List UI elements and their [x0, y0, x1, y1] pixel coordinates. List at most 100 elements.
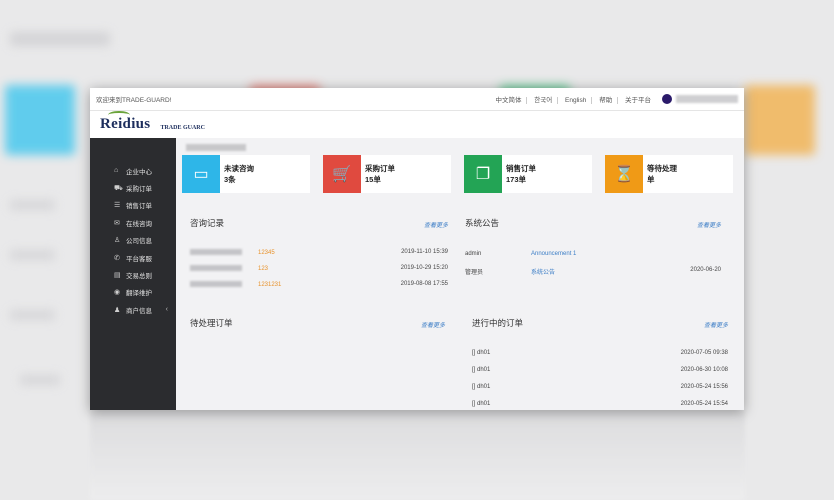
summary-card-text: 采购订单 15单 — [361, 163, 395, 185]
ongoing-order-row[interactable]: [] dh01 2020-06-30 10:08 — [472, 367, 728, 373]
sidebar: ⌂ 企业中心 ⛟ 采购订单 ☰ 销售订单 ✉ 在线咨询 ♙ 公司信息 ✆ 平台客服 ▤ 交易总则 ◉ 翻译维护… — [90, 138, 176, 410]
sidebar-item-label: 销售订单 — [126, 203, 152, 211]
summary-card-count: 15单 — [365, 175, 381, 184]
sidebar-item-label: 采购订单 — [126, 186, 152, 194]
pending-panel: 待处理订单 查看更多 — [190, 317, 445, 357]
app-window: 欢迎来到TRADE-GUARD! 中文简体 한국어 English 帮助 关于平… — [90, 88, 744, 410]
consult-time: 2019-11-10 15:39 — [401, 249, 448, 255]
summary-card-text: 销售订单 173单 — [502, 163, 536, 185]
summary-card-1[interactable]: 🛒 采购订单 15单 — [323, 155, 451, 193]
avatar[interactable] — [662, 94, 672, 104]
sidebar-item-3[interactable]: ✉ 在线咨询 — [90, 214, 176, 231]
sidebar-item-2[interactable]: ☰ 销售订单 — [90, 197, 176, 214]
sidebar-item-1[interactable]: ⛟ 采购订单 — [90, 179, 176, 196]
about-link[interactable]: 关于平台 — [620, 97, 656, 104]
sidebar-item-label: 交易总则 — [126, 273, 152, 281]
cart-icon: ⛟ — [114, 184, 123, 192]
welcome-text: 欢迎来到TRADE-GUARD! — [96, 97, 172, 104]
order-time: 2020-07-05 09:38 — [680, 350, 728, 356]
notice-author: 管理员 — [465, 270, 484, 276]
sidebar-item-label: 翻译维护 — [126, 290, 152, 298]
brand-row: Reidius TRADE GUARC — [90, 111, 744, 139]
hourglass-icon: ⌛ — [605, 155, 643, 193]
sidebar-item-4[interactable]: ♙ 公司信息 — [90, 232, 176, 249]
consult-time: 2019-10-29 15:20 — [400, 265, 448, 271]
sidebar-item-label: 平台客服 — [126, 255, 152, 263]
sidebar-item-6[interactable]: ▤ 交易总则 — [90, 266, 176, 283]
order-time: 2020-05-24 15:56 — [680, 384, 728, 390]
summary-card-count: 173单 — [506, 175, 527, 184]
summary-card-title: 采购订单 — [365, 164, 395, 173]
summary-card-title: 未读咨询 — [224, 164, 254, 173]
summary-cards: ▭ 未读咨询 3条 🛒 采购订单 15单 ❐ 销售订单 173单 ⌛ 等待处理单 — [182, 155, 733, 193]
order-time: 2020-05-24 15:54 — [680, 401, 728, 407]
redacted-name — [190, 249, 242, 255]
help-link[interactable]: 帮助 — [594, 97, 619, 104]
sidebar-item-label: 公司信息 — [126, 238, 152, 246]
sidebar-item-7[interactable]: ◉ 翻译维护 — [90, 284, 176, 301]
window-reflection — [90, 410, 745, 500]
notice-row[interactable]: admin Announcement 1 — [465, 251, 721, 257]
order-name: [] dh01 — [472, 367, 491, 373]
company-icon: ♙ — [114, 237, 121, 245]
notice-subject-link[interactable]: 系统公告 — [531, 270, 555, 276]
user-name-redacted[interactable] — [676, 95, 738, 103]
sidebar-item-label: 企业中心 — [126, 168, 152, 176]
summary-card-text: 未读咨询 3条 — [220, 163, 254, 185]
ongoing-order-row[interactable]: [] dh01 2020-05-24 15:54 — [472, 401, 728, 407]
ongoing-order-row[interactable]: [] dh01 2020-07-05 09:38 — [472, 350, 728, 356]
summary-card-text: 等待处理单 — [643, 163, 677, 185]
lang-en-link[interactable]: English — [560, 97, 593, 104]
document-icon: ▤ — [114, 272, 121, 280]
consult-row[interactable]: 1231231 2019-08-08 17:55 — [190, 281, 448, 288]
redacted-name — [190, 281, 242, 287]
pending-more-link[interactable]: 查看更多 — [421, 320, 445, 329]
sidebar-item-5[interactable]: ✆ 平台客服 — [90, 249, 176, 266]
pending-title: 待处理订单 — [190, 318, 233, 328]
order-name: [] dh01 — [472, 350, 491, 356]
ongoing-panel: 进行中的订单 查看更多 [] dh01 2020-07-05 09:38[] dh… — [472, 317, 728, 410]
sidebar-item-label: 商户信息 — [126, 307, 152, 315]
summary-card-title: 等待处理 — [647, 164, 677, 173]
notice-row[interactable]: 管理员 系统公告 2020-06-20 — [465, 267, 721, 276]
consult-id: 12345 — [258, 249, 275, 256]
sidebar-item-label: 在线咨询 — [126, 220, 152, 228]
order-name: [] dh01 — [472, 384, 491, 390]
top-nav: 中文简体 한국어 English 帮助 关于平台 — [490, 94, 656, 104]
lang-ko-link[interactable]: 한국어 — [529, 97, 559, 104]
notice-subject-link[interactable]: Announcement 1 — [531, 251, 576, 257]
consult-row[interactable]: 12345 2019-11-10 15:39 — [190, 249, 448, 256]
ongoing-more-link[interactable]: 查看更多 — [704, 320, 728, 329]
logo[interactable]: Reidius — [100, 111, 150, 133]
sidebar-item-0[interactable]: ⌂ 企业中心 — [90, 162, 176, 179]
redacted-name — [190, 265, 242, 271]
consult-time: 2019-08-08 17:55 — [400, 281, 448, 287]
notice-panel: 系统公告 查看更多 admin Announcement 1 管理员 系统公告 2020… — [465, 217, 721, 297]
documents-icon: ❐ — [464, 155, 502, 193]
lang-zh-link[interactable]: 中文简体 — [490, 97, 528, 104]
chat-icon: ✉ — [114, 219, 120, 227]
summary-card-2[interactable]: ❐ 销售订单 173单 — [464, 155, 592, 193]
top-bar: 欢迎来到TRADE-GUARD! 中文简体 한국어 English 帮助 关于平… — [90, 88, 744, 111]
breadcrumb-redacted — [186, 144, 246, 151]
home-icon: ⌂ — [114, 167, 119, 175]
notice-title: 系统公告 — [465, 218, 500, 228]
consult-panel: 咨询记录 查看更多 12345 2019-11-10 15:39 123 2019-1… — [190, 217, 448, 297]
sidebar-item-8[interactable]: ♟ 商户信息 ‹ — [90, 301, 176, 318]
notice-date: 2020-06-20 — [690, 267, 721, 273]
chevron-left-icon: ‹ — [165, 306, 168, 314]
consult-id: 123 — [258, 265, 269, 272]
phone-icon: ✆ — [114, 254, 120, 262]
consult-title: 咨询记录 — [190, 218, 225, 228]
notice-more-link[interactable]: 查看更多 — [697, 220, 721, 229]
order-name: [] dh01 — [472, 401, 491, 407]
user-icon: ♟ — [114, 306, 121, 314]
summary-card-3[interactable]: ⌛ 等待处理单 — [605, 155, 733, 193]
consult-more-link[interactable]: 查看更多 — [424, 220, 448, 229]
ongoing-order-row[interactable]: [] dh01 2020-05-24 15:56 — [472, 384, 728, 390]
consult-row[interactable]: 123 2019-10-29 15:20 — [190, 265, 448, 272]
globe-icon: ◉ — [114, 289, 121, 297]
consult-id: 1231231 — [258, 281, 282, 288]
summary-card-0[interactable]: ▭ 未读咨询 3条 — [182, 155, 310, 193]
summary-card-count: 单 — [647, 175, 655, 184]
